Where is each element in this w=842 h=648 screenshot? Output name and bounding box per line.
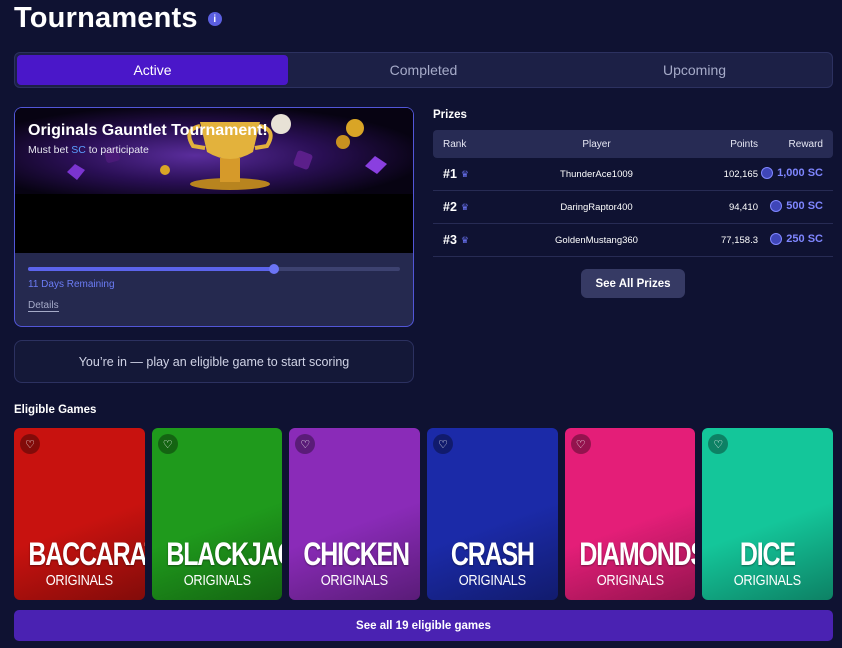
player-points: 102,165 [723,168,758,180]
see-all-prizes-button[interactable]: See All Prizes [581,269,685,298]
eligible-games-title: Eligible Games [14,404,97,416]
trophy-icon: ♛ [460,235,469,245]
game-subtitle: ORIGINALS [596,572,664,589]
tournament-tabs: Active Completed Upcoming [14,52,833,88]
heart-icon[interactable]: ♡ [570,434,591,454]
reward-amount: 1,000 SC [777,166,823,179]
tournament-banner: Originals Gauntlet Tournament! Must bet … [15,108,413,253]
player-name: GoldenMustang360 [555,234,638,246]
game-name: BACCARAT [28,536,145,572]
game-subtitle: ORIGINALS [183,572,251,589]
game-name: DIAMONDS [579,536,696,572]
game-name: CRASH [450,536,535,572]
requirement-currency: SC [71,144,86,156]
rank-cell: #1 ♛ [433,167,493,181]
prize-table: Rank Player Points Reward #1 ♛ ThunderAce… [433,130,833,257]
requirement-prefix: Must bet [28,144,72,156]
player-header: Player [582,138,611,150]
progress-knob [268,264,279,274]
rank-number: #1 [443,167,457,181]
prize-row: #1 ♛ ThunderAce1009 102,165 1,000 SC [433,158,833,191]
reward-cell: 1,000 SC [758,166,833,182]
rank-cell: #2 ♛ [433,200,493,214]
prize-table-header: Rank Player Points Reward [433,130,833,158]
details-link[interactable]: Details [28,300,59,312]
tournament-progress-section: 11 Days Remaining Details [15,253,413,313]
trophy-icon: ♛ [460,202,469,212]
heart-icon[interactable]: ♡ [433,434,454,454]
points-header: Points [730,138,758,150]
heart-icon[interactable]: ♡ [295,434,316,454]
player-name: ThunderAce1009 [560,168,633,180]
game-tile-blackjack[interactable]: ♡ BLACKJACK ORIGINALS [151,428,283,600]
reward-cell: 500 SC [758,199,833,215]
rank-header: Rank [443,138,467,150]
game-name: CHICKEN [303,536,411,572]
game-subtitle: ORIGINALS [458,572,526,589]
game-tile-diamonds[interactable]: ♡ DIAMONDS ORIGINALS [564,428,696,600]
player-points: 94,410 [728,201,758,213]
rank-cell: #3 ♛ [433,233,493,247]
game-name: BLACKJACK [166,536,282,572]
reward-header: Reward [788,138,823,150]
trophy-icon: ♛ [460,169,469,179]
prize-row: #2 ♛ DaringRaptor400 94,410 500 SC [433,191,833,224]
rank-number: #2 [443,200,457,214]
player-name: DaringRaptor400 [560,201,633,213]
game-tile-crash[interactable]: ♡ CRASH ORIGINALS [427,428,558,600]
game-name: DICE [740,536,796,572]
tournament-requirement: Must bet SC to participate [28,144,149,156]
progress-fill [28,267,274,271]
heart-icon[interactable]: ♡ [157,434,178,454]
page-title: Tournaments [14,1,198,34]
reward-amount: 500 SC [786,199,823,212]
see-all-eligible-games-button[interactable]: See all 19 eligible games [14,610,833,641]
participation-status: You’re in — play an eligible game to sta… [14,340,414,383]
info-icon[interactable]: i [207,12,222,26]
tab-upcoming[interactable]: Upcoming [559,55,830,85]
tab-active[interactable]: Active [17,55,288,85]
title-row: Tournaments i [14,0,222,36]
time-remaining: 11 Days Remaining [28,279,115,290]
rank-number: #3 [443,233,457,247]
heart-icon[interactable]: ♡ [20,434,40,454]
game-subtitle: ORIGINALS [321,572,389,589]
game-tile-chicken[interactable]: ♡ CHICKEN ORIGINALS [289,428,421,600]
game-subtitle: ORIGINALS [45,572,113,589]
sc-coin-icon [761,166,774,179]
tournament-card: Originals Gauntlet Tournament! Must bet … [14,107,414,327]
eligible-games-list: ♡ BACCARAT ORIGINALS ♡ BLACKJACK ORIGINA… [14,428,834,600]
game-tile-baccarat[interactable]: ♡ BACCARAT ORIGINALS [14,428,145,600]
prizes-title: Prizes [433,109,467,121]
progress-bar [28,264,400,274]
reward-amount: 250 SC [786,232,823,245]
sc-coin-icon [770,232,783,245]
requirement-suffix: to participate [85,144,149,156]
game-subtitle: ORIGINALS [734,572,802,589]
game-tile-dice[interactable]: ♡ DICE ORIGINALS [702,428,834,600]
reward-cell: 250 SC [758,232,833,248]
tournament-name: Originals Gauntlet Tournament! [28,122,268,139]
tab-completed[interactable]: Completed [288,55,559,85]
player-points: 77,158.3 [721,234,758,246]
heart-icon[interactable]: ♡ [708,434,729,454]
prize-row: #3 ♛ GoldenMustang360 77,158.3 250 SC [433,224,833,257]
sc-coin-icon [770,199,783,212]
